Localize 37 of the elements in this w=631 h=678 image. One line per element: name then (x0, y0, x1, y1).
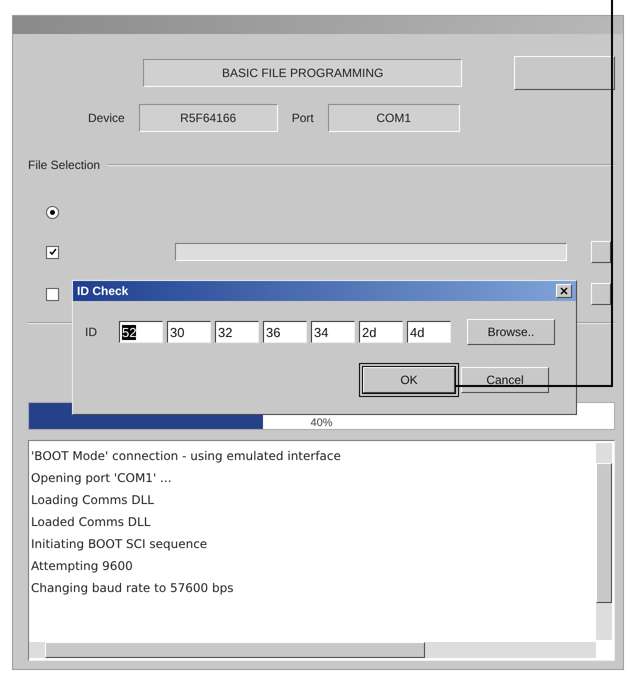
vertical-scrollbar[interactable] (596, 443, 612, 640)
check-icon (48, 248, 56, 256)
log-line: Changing baud rate to 57600 bps (31, 580, 234, 597)
browse-button[interactable]: Browse.. (467, 319, 555, 345)
mode-banner: BASIC FILE PROGRAMMING (143, 59, 462, 87)
id-byte-field[interactable]: 52 (119, 321, 163, 343)
file-path-field[interactable] (175, 243, 567, 261)
log-line: Opening port 'COM1' ... (31, 470, 173, 487)
log-line: 'BOOT Mode' connection - using emulated interface (31, 448, 342, 465)
log-line: Loaded Comms DLL (31, 514, 152, 531)
id-byte-field[interactable]: 30 (167, 321, 211, 343)
checkbox[interactable] (46, 288, 59, 300)
device-label: Device (88, 111, 125, 125)
radio-button[interactable] (46, 206, 59, 218)
close-icon (560, 287, 568, 295)
id-byte-field[interactable]: 32 (215, 321, 259, 343)
id-label: ID (85, 325, 98, 339)
horizontal-scrollbar[interactable] (29, 642, 596, 658)
browse-small-button[interactable] (591, 283, 611, 305)
log-line: Loading Comms DLL (31, 492, 155, 509)
id-byte-field[interactable]: 36 (263, 321, 307, 343)
device-field: R5F64166 (138, 104, 278, 132)
progress-percent: 40% (310, 417, 333, 429)
dialog-title: ID Check (77, 284, 130, 298)
checkbox[interactable] (46, 246, 59, 258)
id-byte-field[interactable]: 34 (311, 321, 355, 343)
id-byte-field[interactable]: 4d (407, 321, 451, 343)
port-field: COM1 (328, 104, 460, 132)
browse-small-button[interactable] (591, 241, 611, 263)
group-title: File Selection (28, 158, 100, 172)
close-button[interactable] (556, 284, 572, 298)
top-button[interactable] (514, 56, 615, 90)
log-line: Attempting 9600 (31, 558, 134, 575)
log-line: Initiating BOOT SCI sequence (31, 536, 208, 553)
id-byte-field[interactable]: 2d (359, 321, 403, 343)
port-label: Port (292, 111, 314, 125)
cancel-button[interactable]: Cancel (461, 367, 549, 393)
